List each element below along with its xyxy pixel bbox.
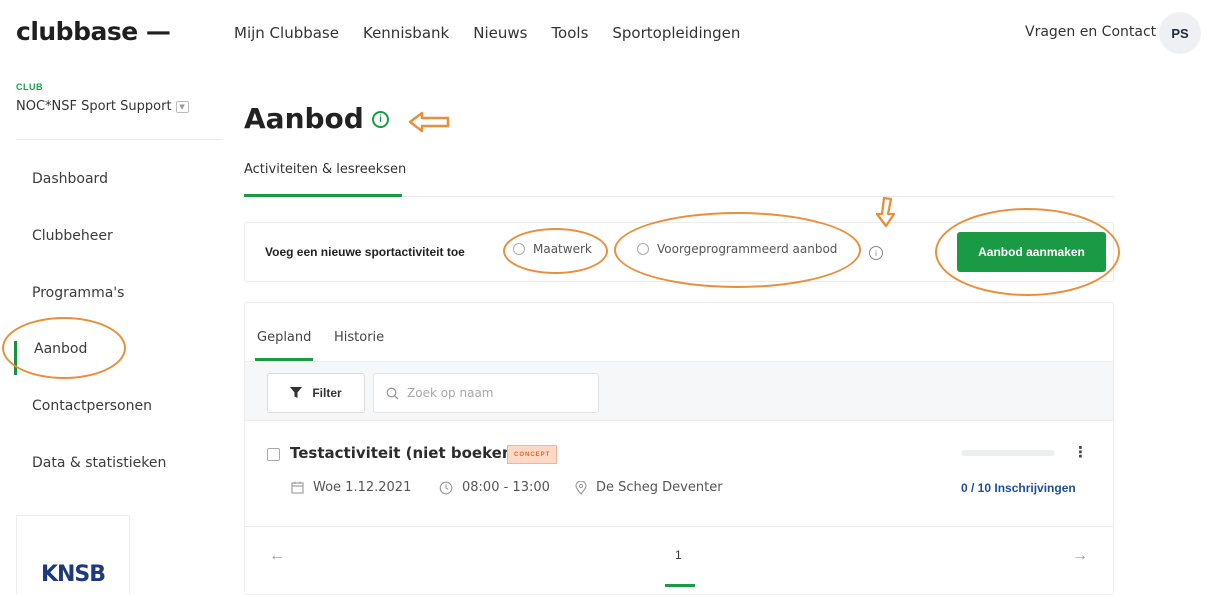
- registrations-link[interactable]: 0 / 10 Inschrijvingen: [961, 481, 1076, 495]
- activity-title[interactable]: Testactiviteit (niet boeken): [290, 444, 519, 462]
- clubbase-logo[interactable]: clubbase —: [16, 17, 171, 46]
- activity-location: De Scheg Deventer: [575, 480, 723, 495]
- row-checkbox[interactable]: [267, 448, 280, 461]
- sidebar-item-programmas[interactable]: Programma's: [0, 273, 222, 313]
- radio-maatwerk[interactable]: Maatwerk: [513, 242, 592, 256]
- sidebar-item-dashboard[interactable]: Dashboard: [0, 159, 222, 199]
- radio-maatwerk-label: Maatwerk: [533, 242, 592, 256]
- activity-location-text: De Scheg Deventer: [596, 480, 723, 495]
- sidebar-item-contactpersonen[interactable]: Contactpersonen: [0, 386, 222, 426]
- contact-link[interactable]: Vragen en Contact: [1025, 24, 1156, 40]
- table-row[interactable]: Testactiviteit (niet boeken) CONCEPT Woe…: [245, 423, 1113, 527]
- search-input[interactable]: [407, 386, 587, 400]
- radio-voorgeprogrammeerd[interactable]: Voorgeprogrammeerd aanbod: [637, 242, 837, 256]
- tab-activiteiten-lesreeksen[interactable]: Activiteiten & lesreeksen: [244, 162, 406, 177]
- nav-sportopleidingen[interactable]: Sportopleidingen: [612, 24, 740, 42]
- tab-gepland[interactable]: Gepland: [257, 330, 311, 345]
- page-number[interactable]: 1: [675, 548, 682, 562]
- activity-date-text: Woe 1.12.2021: [313, 480, 412, 495]
- calendar-icon: [291, 481, 304, 494]
- nav-nieuws[interactable]: Nieuws: [473, 24, 527, 42]
- radio-button[interactable]: [513, 243, 525, 255]
- sidebar: CLUB NOC*NSF Sport Support ▼ Dashboard C…: [0, 66, 222, 595]
- search-icon: [386, 387, 399, 399]
- registration-progress-bar: [961, 450, 1055, 456]
- arrow-left-icon: [408, 111, 450, 133]
- club-label: CLUB: [16, 82, 43, 92]
- add-activity-card: Voeg een nieuwe sportactiviteit toe Maat…: [244, 222, 1114, 282]
- radio-voorgeprogrammeerd-label: Voorgeprogrammeerd aanbod: [657, 242, 838, 256]
- info-icon[interactable]: i: [372, 111, 389, 128]
- knsb-logo: KNSB: [40, 562, 106, 587]
- club-name: NOC*NSF Sport Support: [16, 99, 172, 114]
- sidebar-item-aanbod[interactable]: Aanbod: [0, 329, 222, 375]
- page-title: Aanbod: [244, 102, 364, 135]
- partner-logo-card: KNSB: [16, 515, 130, 595]
- club-selector[interactable]: NOC*NSF Sport Support ▼: [16, 99, 189, 114]
- more-options-icon[interactable]: ⋮: [1073, 443, 1088, 461]
- activity-list-card: Gepland Historie Filter Testactiviteit (…: [244, 302, 1114, 595]
- tab-historie[interactable]: Historie: [334, 330, 384, 345]
- create-offer-button[interactable]: Aanbod aanmaken: [957, 232, 1106, 272]
- arrow-right-icon[interactable]: →: [1072, 547, 1088, 565]
- filter-button[interactable]: Filter: [267, 373, 365, 413]
- location-pin-icon: [575, 480, 587, 495]
- sidebar-item-data-statistieken[interactable]: Data & statistieken: [0, 443, 222, 483]
- nav-kennisbank[interactable]: Kennisbank: [363, 24, 449, 42]
- active-tab-indicator: [244, 194, 402, 197]
- main-nav: Mijn Clubbase Kennisbank Nieuws Tools Sp…: [234, 24, 764, 42]
- status-badge: CONCEPT: [507, 445, 558, 464]
- activity-date: Woe 1.12.2021: [291, 480, 411, 495]
- arrow-left-icon[interactable]: ←: [269, 547, 285, 565]
- activity-time: 08:00 - 13:00: [439, 480, 550, 495]
- add-activity-label: Voeg een nieuwe sportactiviteit toe: [265, 245, 465, 259]
- search-box[interactable]: [373, 373, 599, 413]
- filter-icon: [290, 387, 303, 398]
- info-icon[interactable]: i: [869, 246, 883, 260]
- radio-button[interactable]: [637, 243, 649, 255]
- nav-mijn-clubbase[interactable]: Mijn Clubbase: [234, 24, 339, 42]
- filter-label: Filter: [312, 386, 342, 400]
- active-page-indicator: [665, 584, 695, 587]
- clock-icon: [439, 481, 453, 494]
- chevron-down-icon[interactable]: ▼: [175, 100, 189, 113]
- sidebar-item-clubbeheer[interactable]: Clubbeheer: [0, 216, 222, 256]
- activity-time-text: 08:00 - 13:00: [462, 480, 550, 495]
- sidebar-divider: [16, 139, 222, 140]
- nav-tools[interactable]: Tools: [551, 24, 588, 42]
- avatar[interactable]: PS: [1159, 12, 1201, 54]
- top-navigation-bar: clubbase — Mijn Clubbase Kennisbank Nieu…: [0, 0, 1212, 66]
